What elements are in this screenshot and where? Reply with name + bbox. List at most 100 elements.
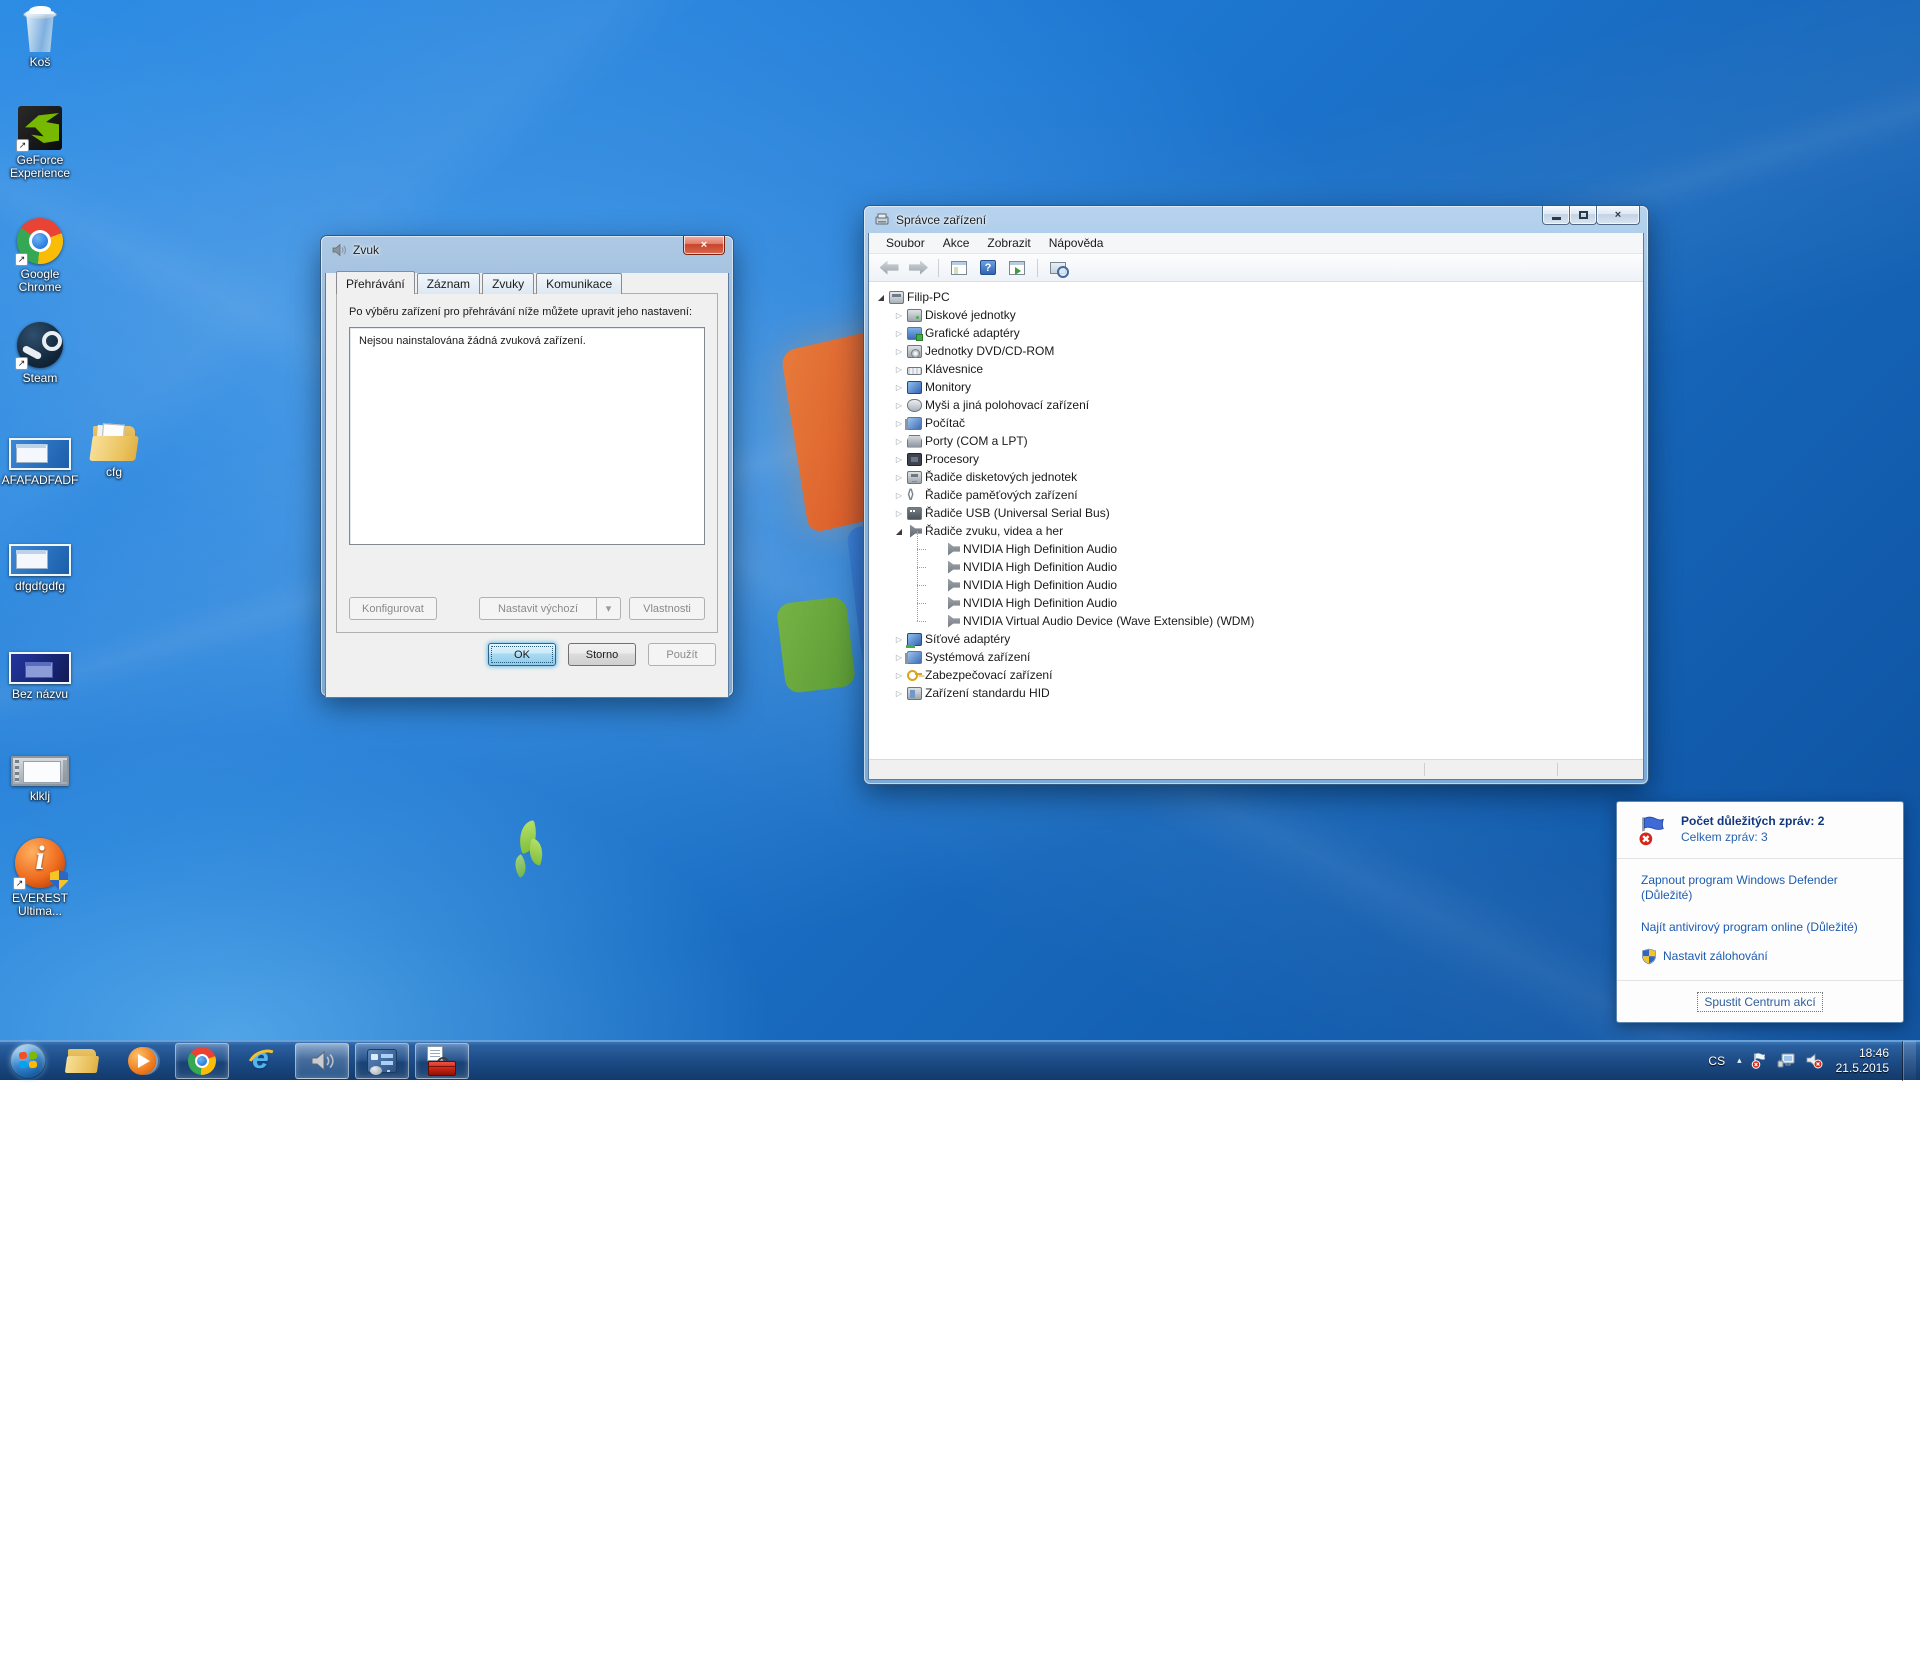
tab[interactable]: Záznam (417, 273, 480, 294)
tree-row[interactable]: Monitory (869, 378, 1643, 396)
tree-row[interactable]: Klávesnice (869, 360, 1643, 378)
tree-row[interactable]: Grafické adaptéry (869, 324, 1643, 342)
tree-row[interactable]: NVIDIA High Definition Audio (869, 540, 1643, 558)
tab[interactable]: Komunikace (536, 273, 622, 294)
expand-icon[interactable] (893, 365, 905, 374)
open-action-center-link[interactable]: Spustit Centrum akcí (1697, 992, 1822, 1012)
tree-row[interactable]: Zabezpečovací zařízení (869, 666, 1643, 684)
tree-row[interactable]: NVIDIA Virtual Audio Device (Wave Extens… (869, 612, 1643, 630)
everest-icon: i↗ (15, 838, 65, 888)
expand-icon[interactable] (893, 401, 905, 410)
maximize-button[interactable] (1569, 206, 1597, 225)
menu-item[interactable]: Zobrazit (978, 234, 1039, 252)
menu-item[interactable]: Soubor (877, 234, 934, 252)
device-manager-titlebar[interactable]: Správce zařízení × (868, 206, 1644, 233)
scan-hardware-button[interactable] (1046, 257, 1070, 279)
expand-icon[interactable] (893, 383, 905, 392)
help-button[interactable]: ? (976, 257, 1000, 279)
tree-row[interactable]: Myši a jiná polohovací zařízení (869, 396, 1643, 414)
desktop-icon-klklj[interactable]: klklj (0, 756, 80, 803)
network-status-icon[interactable] (1777, 1052, 1796, 1069)
tree-row[interactable]: Filip-PC (869, 288, 1643, 306)
tab[interactable]: Zvuky (482, 273, 534, 294)
tree-row[interactable]: Jednotky DVD/CD-ROM (869, 342, 1643, 360)
back-button[interactable] (877, 257, 901, 279)
desktop-icon-recycle-bin[interactable]: Koš (0, 6, 80, 69)
desktop-icon-google-chrome[interactable]: ↗ Google Chrome (0, 218, 80, 294)
show-desktop-button[interactable] (1902, 1041, 1916, 1081)
hidden-icons-button[interactable]: ▴ (1737, 1055, 1742, 1066)
antivirus-message-link[interactable]: Najít antivirový program online (Důležit… (1641, 920, 1889, 935)
close-button[interactable]: × (1596, 206, 1640, 225)
desktop-icon-bez-nazvu[interactable]: Bez názvu (0, 652, 80, 701)
backup-message-link[interactable]: Nastavit zálohování (1663, 949, 1768, 964)
expand-icon[interactable] (893, 473, 905, 482)
volume-muted-icon[interactable] (1805, 1052, 1823, 1069)
tree-row[interactable]: Řadiče disketových jednotek (869, 468, 1643, 486)
expand-icon[interactable] (893, 329, 905, 338)
forward-button[interactable] (906, 257, 930, 279)
cancel-button[interactable]: Storno (568, 643, 636, 666)
menu-item[interactable]: Akce (934, 234, 979, 252)
defender-message-link[interactable]: Zapnout program Windows Defender (Důleži… (1641, 873, 1841, 903)
expand-icon[interactable] (893, 653, 905, 662)
sound-dialog-titlebar[interactable]: Zvuk × (325, 236, 729, 263)
expand-icon[interactable] (875, 293, 887, 302)
start-button[interactable] (10, 1043, 46, 1079)
tree-row[interactable]: NVIDIA High Definition Audio (869, 594, 1643, 612)
close-button[interactable]: × (683, 236, 725, 255)
set-default-dropdown[interactable]: ▾ (597, 597, 621, 620)
taskbar-explorer-button[interactable] (55, 1043, 109, 1079)
expand-icon[interactable] (893, 509, 905, 518)
expand-icon[interactable] (893, 491, 905, 500)
apply-button[interactable]: Použít (648, 643, 716, 666)
taskbar-toolbox-button[interactable] (415, 1043, 469, 1079)
taskbar-chrome-button[interactable] (175, 1043, 229, 1079)
minimize-button[interactable] (1542, 206, 1570, 225)
expand-icon[interactable] (893, 671, 905, 680)
properties-button[interactable]: Vlastnosti (629, 597, 705, 620)
desktop-icon-cfg[interactable]: cfg (74, 424, 154, 479)
tree-row[interactable]: NVIDIA High Definition Audio (869, 576, 1643, 594)
tree-row[interactable]: Řadiče USB (Universal Serial Bus) (869, 504, 1643, 522)
show-action-pane-button[interactable] (1005, 257, 1029, 279)
tree-row[interactable]: Řadiče paměťových zařízení (869, 486, 1643, 504)
action-center-flag-error-icon[interactable] (1751, 1052, 1768, 1069)
taskbar-sound-button[interactable] (295, 1043, 349, 1079)
expand-icon[interactable] (893, 689, 905, 698)
set-default-button[interactable]: Nastavit výchozí (479, 597, 597, 620)
menu-item[interactable]: Nápověda (1040, 234, 1113, 252)
taskbar-media-player-button[interactable] (115, 1043, 169, 1079)
language-indicator[interactable]: CS (1705, 1054, 1728, 1068)
tree-row[interactable]: Řadiče zvuku, videa a her (869, 522, 1643, 540)
taskbar-internet-explorer-button[interactable]: e (235, 1043, 289, 1079)
tree-row[interactable]: Systémová zařízení (869, 648, 1643, 666)
expand-icon[interactable] (893, 419, 905, 428)
tree-row[interactable]: NVIDIA High Definition Audio (869, 558, 1643, 576)
configure-button[interactable]: Konfigurovat (349, 597, 437, 620)
tree-row[interactable]: Porty (COM a LPT) (869, 432, 1643, 450)
expand-icon[interactable] (893, 347, 905, 356)
expand-icon[interactable] (893, 311, 905, 320)
expand-icon[interactable] (893, 635, 905, 644)
expand-icon[interactable] (893, 455, 905, 464)
tree-row[interactable]: Počítač (869, 414, 1643, 432)
expand-icon[interactable] (893, 437, 905, 446)
desktop-icon-geforce-experience[interactable]: ↗ GeForce Experience (0, 106, 80, 180)
tray-clock[interactable]: 18:46 21.5.2015 (1836, 1046, 1889, 1076)
expand-icon[interactable] (893, 527, 905, 536)
tree-row[interactable]: Diskové jednotky (869, 306, 1643, 324)
tree-row[interactable]: Síťové adaptéry (869, 630, 1643, 648)
tree-row[interactable]: Procesory (869, 450, 1643, 468)
ok-button[interactable]: OK (488, 643, 556, 666)
show-console-tree-button[interactable] (947, 257, 971, 279)
taskbar-device-manager-button[interactable] (355, 1043, 409, 1079)
desktop-icon-dfgdfgdfg[interactable]: dfgdfgdfg (0, 544, 80, 593)
playback-device-list[interactable]: Nejsou nainstalována žádná zvuková zaříz… (349, 327, 705, 545)
desktop-icon-everest[interactable]: i↗ EVEREST Ultima... (0, 838, 80, 918)
tree-row[interactable]: Zařízení standardu HID (869, 684, 1643, 702)
tab[interactable]: Přehrávání (336, 271, 415, 294)
desktop-icon-afafadfadf[interactable]: AFAFADFADF (0, 438, 80, 487)
desktop-icon-steam[interactable]: ↗ Steam (0, 322, 80, 385)
device-manager-panel-icon (367, 1049, 397, 1073)
